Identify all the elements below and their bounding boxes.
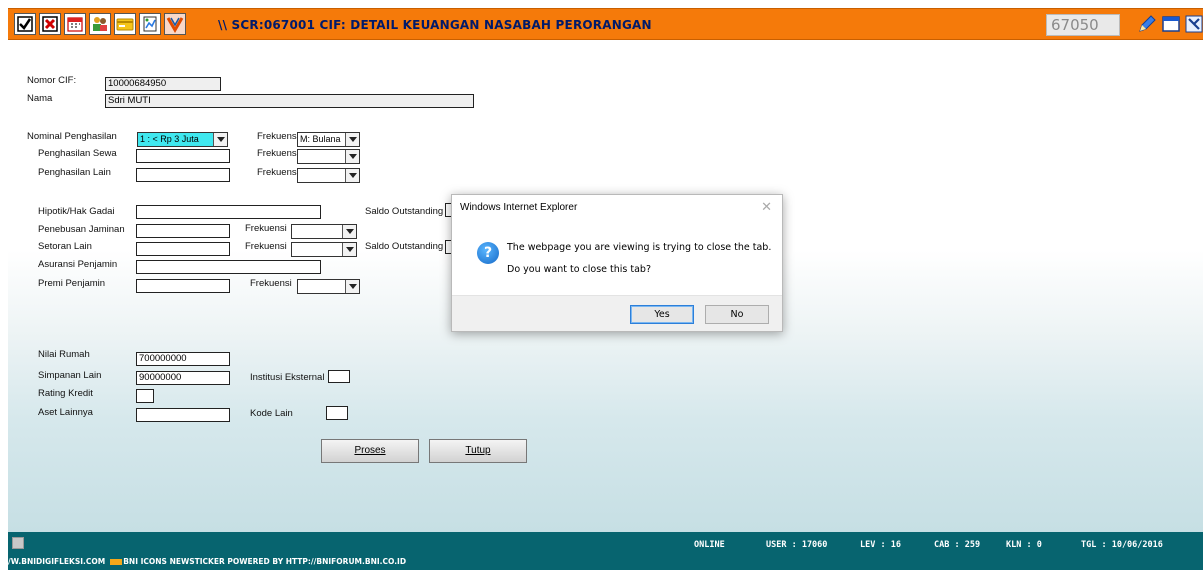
- frekuensi-select-5[interactable]: [291, 242, 357, 257]
- nama-field[interactable]: Sdri MUTI: [105, 94, 474, 108]
- screen-title: \\ SCR:067001 CIF: DETAIL KEUANGAN NASAB…: [218, 18, 652, 32]
- penghasilan-sewa-label: Penghasilan Sewa: [38, 148, 117, 159]
- aset-lainnya-label: Aset Lainnya: [38, 407, 93, 418]
- newsticker-icon: [110, 558, 123, 565]
- status-user: USER : 17060: [766, 540, 828, 550]
- question-icon: ?: [477, 242, 499, 264]
- premi-penjamin-label: Premi Penjamin: [38, 278, 106, 289]
- status-kln: KLN : 0: [1006, 540, 1042, 550]
- nominal-penghasilan-label: Nominal Penghasilan: [27, 131, 117, 142]
- nilai-rumah-field[interactable]: 700000000: [136, 352, 230, 366]
- nomor-cif-label: Nomor CIF:: [27, 75, 77, 86]
- nama-label: Nama: [27, 93, 53, 104]
- document-chart-icon[interactable]: [139, 13, 161, 35]
- penebusan-jaminan-label: Penebusan Jaminan: [38, 224, 125, 235]
- frekuensi-label-4: Frekuensi: [245, 223, 287, 234]
- proses-button[interactable]: Proses: [321, 439, 419, 463]
- ticker-text: BNI ICONS NEWSTICKER POWERED BY HTTP://B…: [123, 557, 407, 566]
- dialog-title: Windows Internet Explorer: [460, 202, 578, 213]
- users-icon[interactable]: [89, 13, 111, 35]
- saldo-outstanding-label-1: Saldo Outstanding: [365, 206, 444, 217]
- chevron-down-icon: [345, 133, 359, 146]
- institusi-eksternal-label: Institusi Eksternal: [250, 372, 325, 383]
- kode-lain-field[interactable]: [326, 406, 348, 420]
- dialog-message-2: Do you want to close this tab?: [507, 264, 651, 275]
- aset-lainnya-field[interactable]: [136, 408, 230, 422]
- no-button[interactable]: No: [705, 305, 769, 324]
- hipotik-label: Hipotik/Hak Gadai: [38, 206, 115, 217]
- frekuensi-select-4[interactable]: [291, 224, 357, 239]
- frekuensi-value-1: M: Bulana: [300, 134, 341, 144]
- asuransi-penjamin-label: Asuransi Penjamin: [38, 259, 118, 270]
- bni-logo-icon[interactable]: [164, 13, 186, 35]
- dialog-footer: Yes No: [452, 295, 782, 331]
- status-cab: CAB : 259: [934, 540, 981, 550]
- simpanan-lain-label: Simpanan Lain: [38, 370, 102, 381]
- pencil-icon[interactable]: [1136, 13, 1158, 35]
- exit-icon[interactable]: [1183, 13, 1203, 35]
- frekuensi-select-6[interactable]: [297, 279, 360, 294]
- setoran-lain-label: Setoran Lain: [38, 241, 92, 252]
- penghasilan-lain-field[interactable]: [136, 168, 230, 182]
- status-lev: LEV : 16: [860, 540, 901, 550]
- chevron-down-icon: [342, 243, 356, 256]
- penghasilan-lain-label: Penghasilan Lain: [38, 167, 111, 178]
- close-tab-dialog: Windows Internet Explorer ✕ ? The webpag…: [451, 194, 783, 332]
- status-square-icon: [12, 537, 24, 549]
- chevron-down-icon: [345, 150, 359, 163]
- card-icon[interactable]: [114, 13, 136, 35]
- chevron-down-icon: [345, 280, 359, 293]
- nominal-penghasilan-value: 1 : < Rp 3 Juta: [140, 134, 199, 144]
- simpanan-lain-field[interactable]: 90000000: [136, 371, 230, 385]
- frekuensi-select-1[interactable]: M: Bulana: [297, 132, 360, 147]
- news-ticker: /W.BNIDIGIFLEKSI.COM BNI ICONS NEWSTICKER…: [8, 557, 406, 566]
- kode-lain-label: Kode Lain: [250, 408, 293, 419]
- frekuensi-select-3[interactable]: [297, 168, 360, 183]
- calendar-icon[interactable]: [64, 13, 86, 35]
- screen-code-field[interactable]: 67050: [1046, 14, 1120, 36]
- chevron-down-icon: [213, 133, 227, 146]
- frekuensi-label-5: Frekuensi: [245, 241, 287, 252]
- nominal-penghasilan-select[interactable]: 1 : < Rp 3 Juta: [137, 132, 228, 147]
- check-icon[interactable]: [14, 13, 36, 35]
- yes-button[interactable]: Yes: [630, 305, 694, 324]
- dialog-message-1: The webpage you are viewing is trying to…: [507, 242, 772, 253]
- chevron-down-icon: [342, 225, 356, 238]
- status-online: ONLINE: [694, 540, 725, 550]
- frekuensi-select-2[interactable]: [297, 149, 360, 164]
- top-toolbar: \\ SCR:067001 CIF: DETAIL KEUANGAN NASAB…: [8, 8, 1203, 40]
- frekuensi-label-1: Frekuensi: [257, 131, 299, 142]
- penghasilan-sewa-field[interactable]: [136, 149, 230, 163]
- rating-kredit-field[interactable]: [136, 389, 154, 403]
- frekuensi-label-3: Frekuensi: [257, 167, 299, 178]
- premi-penjamin-field[interactable]: [136, 279, 230, 293]
- window-icon[interactable]: [1160, 13, 1182, 35]
- frekuensi-label-6: Frekuensi: [250, 278, 292, 289]
- institusi-eksternal-field[interactable]: [328, 370, 350, 383]
- tutup-button[interactable]: Tutup: [429, 439, 527, 463]
- nomor-cif-field[interactable]: 10000684950: [105, 77, 221, 91]
- frekuensi-label-2: Frekuensi: [257, 148, 299, 159]
- close-icon[interactable]: ✕: [761, 199, 772, 215]
- nilai-rumah-label: Nilai Rumah: [38, 349, 90, 360]
- setoran-lain-field[interactable]: [136, 242, 230, 256]
- chevron-down-icon: [345, 169, 359, 182]
- rating-kredit-label: Rating Kredit: [38, 388, 93, 399]
- hipotik-field[interactable]: [136, 205, 321, 219]
- status-bar: ONLINE USER : 17060 LEV : 16 CAB : 259 K…: [8, 532, 1203, 570]
- saldo-outstanding-label-2: Saldo Outstanding: [365, 241, 444, 252]
- cancel-icon[interactable]: [39, 13, 61, 35]
- status-tgl: TGL : 10/06/2016: [1081, 540, 1163, 550]
- asuransi-penjamin-field[interactable]: [136, 260, 321, 274]
- ticker-site: /W.BNIDIGIFLEKSI.COM: [8, 557, 106, 566]
- penebusan-jaminan-field[interactable]: [136, 224, 230, 238]
